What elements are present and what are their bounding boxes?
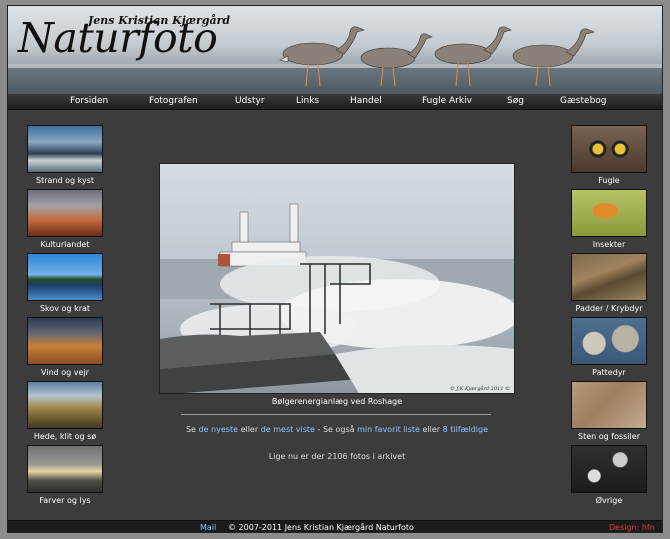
links-text-se: Se [185,425,196,434]
nav-item-udstyr[interactable]: Udstyr [235,96,265,106]
geese-banner-image [279,26,595,87]
page-frame: Jens Kristian Kjærgård Naturfoto Forside… [7,5,663,533]
links-text-or: eller [422,425,441,434]
category-label-skov-og-krat[interactable]: Skov og krat [15,304,115,313]
site-header: Jens Kristian Kjærgård Naturfoto [8,6,662,93]
link-most-viewed[interactable]: de mest viste [261,425,315,434]
links-text-or: eller [240,425,259,434]
featured-photo-scene: © J.K.Kjærgård 2011 © [160,203,514,393]
thumb-vind-og-vejr[interactable] [27,317,103,365]
photo-signature: © J.K.Kjærgård 2011 © [450,385,510,392]
category-label-fugle[interactable]: Fugle [559,176,659,185]
footer-design-credit[interactable]: Design: hfn [609,523,655,532]
thumb-hede-klit-og-so[interactable] [27,381,103,429]
category-label-farver-og-lys[interactable]: Farver og lys [15,496,115,505]
link-newest[interactable]: de nyeste [199,425,239,434]
site-title[interactable]: Naturfoto [18,12,218,64]
category-label-pattedyr[interactable]: Pattedyr [559,368,659,377]
nav-item-fotografen[interactable]: Fotografen [149,96,198,106]
site-footer: Mail © 2007-2011 Jens Kristian Kjærgård … [8,520,662,532]
nav-item-handel[interactable]: Handel [350,96,382,106]
thumb-kulturlandet[interactable] [27,189,103,237]
category-label-insekter[interactable]: Insekter [559,240,659,249]
category-label-padder-krybdyr[interactable]: Padder / Krybdyr [559,304,659,313]
category-label-hede-klit-og-so[interactable]: Hede, klit og sø [15,432,115,441]
category-label-strand-og-kyst[interactable]: Strand og kyst [15,176,115,185]
archive-links-line: Se de nyeste eller de mest viste - Se og… [159,425,515,434]
thumb-sten-og-fossiler[interactable] [571,381,647,429]
thumb-strand-og-kyst[interactable] [27,125,103,173]
nav-item-gaestebog[interactable]: Gæstebog [560,96,607,106]
category-label-kulturlandet[interactable]: Kulturlandet [15,240,115,249]
main-nav: Forsiden Fotografen Udstyr Links Handel … [8,93,662,110]
category-label-ovrige[interactable]: Øvrige [559,496,659,505]
photo-count-text: Lige nu er der 2106 fotos i arkivet [268,452,406,461]
featured-photo[interactable]: © J.K.Kjærgård 2011 © [159,163,515,394]
nav-item-fugle-arkiv[interactable]: Fugle Arkiv [422,96,472,106]
thumb-skov-og-krat[interactable] [27,253,103,301]
links-text-see-also: - Se også [317,425,355,434]
thumb-ovrige[interactable] [571,445,647,493]
thumb-farver-og-lys[interactable] [27,445,103,493]
category-label-vind-og-vejr[interactable]: Vind og vejr [15,368,115,377]
featured-photo-caption: Bølgerenergianlæg ved Roshage [271,397,403,406]
thumb-padder-krybdyr[interactable] [571,253,647,301]
nav-item-forsiden[interactable]: Forsiden [70,96,108,106]
thumb-pattedyr[interactable] [571,317,647,365]
thumb-insekter[interactable] [571,189,647,237]
link-favorites[interactable]: min favorit liste [357,425,420,434]
thumb-fugle[interactable] [571,125,647,173]
nav-item-links[interactable]: Links [296,96,319,106]
footer-mail-link[interactable]: Mail [200,523,216,532]
footer-copyright: © 2007-2011 Jens Kristian Kjærgård Natur… [228,523,414,532]
nav-item-sog[interactable]: Søg [507,96,524,106]
category-label-sten-og-fossiler[interactable]: Sten og fossiler [559,432,659,441]
link-random[interactable]: 8 tilfældige [443,425,488,434]
content-divider [181,414,491,415]
